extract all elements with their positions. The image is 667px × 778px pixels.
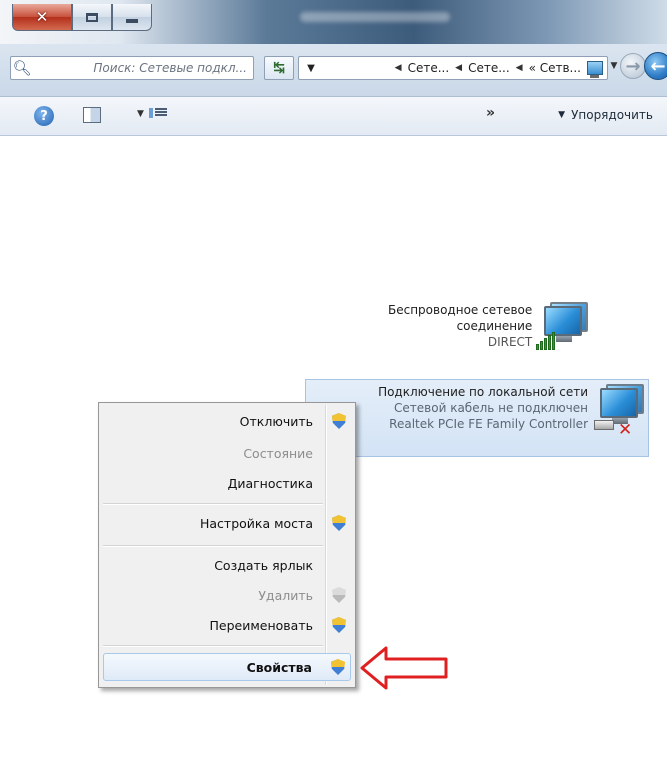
menu-item-label: Удалить [258, 587, 313, 603]
connection-name-line2: соединение [456, 319, 533, 333]
minimize-icon [126, 19, 138, 23]
menu-item-label: Состояние [243, 445, 313, 461]
window-title-blurred [300, 12, 450, 22]
window-controls: ✕ [12, 4, 152, 31]
address-dropdown-icon[interactable]: ▼ [299, 63, 323, 74]
organize-button[interactable]: ▼ Упорядочить [558, 108, 653, 122]
view-options-dropdown-icon[interactable]: ▼ [137, 109, 144, 119]
command-bar: ? ▼ » ▼ Упорядочить [0, 97, 667, 136]
menu-item-status[interactable]: Состояние [103, 441, 351, 465]
back-arrow-icon: ← [650, 55, 666, 77]
menu-separator [103, 503, 323, 505]
connection-item-lan[interactable]: Подключение по локальной сети Сетевой ка… [305, 379, 649, 457]
menu-item-label: Диагностика [227, 475, 313, 491]
context-menu: Отключить Состояние Диагностика Настройк… [98, 402, 356, 688]
connection-name: Беспроводное сетевое [388, 303, 533, 317]
search-input[interactable]: Поиск: Сетевые подкл... [33, 61, 253, 75]
menu-item-create-shortcut[interactable]: Создать ярлык [103, 553, 351, 577]
navigation-buttons: ▼ → ← [608, 52, 667, 80]
back-button[interactable]: ← [644, 52, 667, 80]
menu-item-bridge[interactable]: Настройка моста [103, 511, 351, 535]
connection-status: DIRECT [487, 335, 533, 349]
menu-item-label: Свойства [246, 659, 312, 675]
refresh-button[interactable]: ↹ [264, 56, 294, 80]
preview-pane-button[interactable] [83, 107, 101, 123]
menu-item-properties[interactable]: Свойства [103, 653, 351, 681]
refresh-icon: ↹ [273, 60, 285, 76]
disconnected-x-icon: ✕ [618, 420, 633, 440]
address-bar[interactable]: ▼ ◀ Сете... ◀ Сете... ◀ « Сетв... [298, 56, 608, 80]
connection-name: Подключение по локальной сети [378, 385, 588, 399]
connection-text: Беспроводное сетевое соединение DIRECT [388, 302, 532, 350]
menu-separator [103, 645, 323, 647]
maximize-icon [86, 12, 98, 22]
breadcrumb-separator-icon[interactable]: ◀ [395, 63, 402, 73]
minimize-button[interactable] [112, 4, 152, 31]
address-row: 🔍︎ Поиск: Сетевые подкл... ↹ ▼ ◀ Сете...… [0, 44, 667, 97]
uac-shield-icon [331, 659, 345, 675]
menu-item-rename[interactable]: Переименовать [103, 613, 351, 637]
uac-shield-icon [332, 515, 346, 531]
forward-arrow-icon: → [625, 55, 641, 77]
title-bar: ✕ [0, 0, 667, 44]
network-cable-icon [594, 420, 614, 430]
organize-label: Упорядочить [571, 108, 653, 122]
menu-item-label: Создать ярлык [214, 557, 313, 573]
connection-item-wireless[interactable]: Беспроводное сетевое соединение DIRECT [388, 302, 590, 358]
search-box[interactable]: 🔍︎ Поиск: Сетевые подкл... [10, 56, 254, 80]
help-icon: ? [40, 108, 48, 124]
annotation-arrow-icon [360, 646, 448, 690]
menu-item-disable[interactable]: Отключить [103, 409, 351, 433]
close-button[interactable]: ✕ [12, 4, 72, 31]
breadcrumb-separator-icon[interactable]: ◀ [455, 63, 462, 73]
breadcrumb: ◀ Сете... ◀ Сете... ◀ « Сетв... [323, 61, 607, 78]
forward-button[interactable]: → [620, 53, 646, 79]
help-button[interactable]: ? [34, 106, 54, 126]
menu-item-label: Настройка моста [200, 515, 313, 531]
network-folder-icon [587, 61, 603, 78]
wireless-network-icon [536, 302, 590, 358]
breadcrumb-item[interactable]: « Сетв... [529, 61, 581, 75]
breadcrumb-item[interactable]: Сете... [408, 61, 450, 75]
uac-shield-icon [332, 413, 346, 429]
menu-separator [103, 545, 323, 547]
menu-item-label: Переименовать [209, 617, 313, 633]
menu-item-diagnose[interactable]: Диагностика [103, 471, 351, 495]
menu-item-label: Отключить [239, 413, 313, 429]
organize-dropdown-icon: ▼ [558, 110, 566, 120]
breadcrumb-separator-icon[interactable]: ◀ [516, 63, 523, 73]
breadcrumb-item[interactable]: Сете... [468, 61, 510, 75]
more-commands-button[interactable]: » [486, 105, 495, 121]
uac-shield-icon [332, 587, 346, 603]
change-view-button[interactable] [149, 107, 167, 123]
recent-pages-dropdown-icon[interactable]: ▼ [608, 61, 620, 71]
maximize-button[interactable] [72, 4, 112, 31]
signal-strength-icon [536, 332, 556, 350]
wired-network-icon: ✕ [594, 384, 646, 440]
close-icon: ✕ [35, 8, 49, 26]
search-icon[interactable]: 🔍︎ [11, 57, 33, 79]
menu-item-delete[interactable]: Удалить [103, 583, 351, 607]
uac-shield-icon [332, 617, 346, 633]
